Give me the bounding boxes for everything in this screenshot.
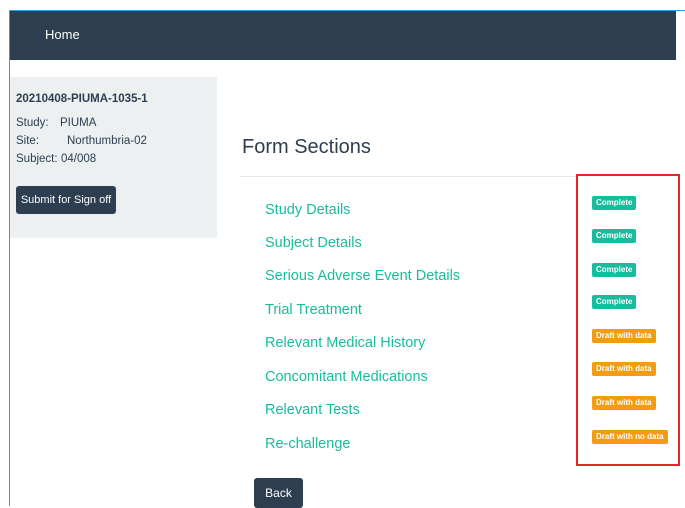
status-highlight-box: [576, 174, 680, 466]
top-navbar: Home: [10, 11, 676, 60]
page-title: Form Sections: [242, 136, 371, 158]
case-info-panel: 20210408-PIUMA-1035-1 Study: PIUMA Site:…: [10, 77, 217, 238]
section-link-subject-details[interactable]: Subject Details: [265, 235, 362, 251]
case-id: 20210408-PIUMA-1035-1: [16, 93, 148, 105]
subject-row: Subject: 04/008: [16, 153, 96, 165]
study-value: PIUMA: [60, 117, 97, 129]
section-link-study-details[interactable]: Study Details: [265, 202, 350, 218]
section-link-re-challenge[interactable]: Re-challenge: [265, 436, 350, 452]
section-link-relevant-tests[interactable]: Relevant Tests: [265, 402, 360, 418]
nav-home-link[interactable]: Home: [45, 27, 80, 42]
site-label: Site:: [16, 135, 40, 147]
submit-signoff-button[interactable]: Submit for Sign off: [16, 186, 116, 214]
section-link-concomitant-medications[interactable]: Concomitant Medications: [265, 369, 428, 385]
title-divider: [240, 176, 576, 177]
site-value: Northumbria-02: [67, 135, 147, 147]
section-link-sae-details[interactable]: Serious Adverse Event Details: [265, 268, 460, 284]
section-link-trial-treatment[interactable]: Trial Treatment: [265, 302, 362, 318]
site-row: Site: Northumbria-02: [16, 135, 147, 147]
back-button[interactable]: Back: [254, 478, 303, 508]
subject-value: 04/008: [61, 153, 97, 165]
section-link-medical-history[interactable]: Relevant Medical History: [265, 335, 425, 351]
study-label: Study:: [16, 117, 49, 129]
subject-label: Subject:: [16, 153, 58, 165]
study-row: Study: PIUMA: [16, 117, 96, 129]
